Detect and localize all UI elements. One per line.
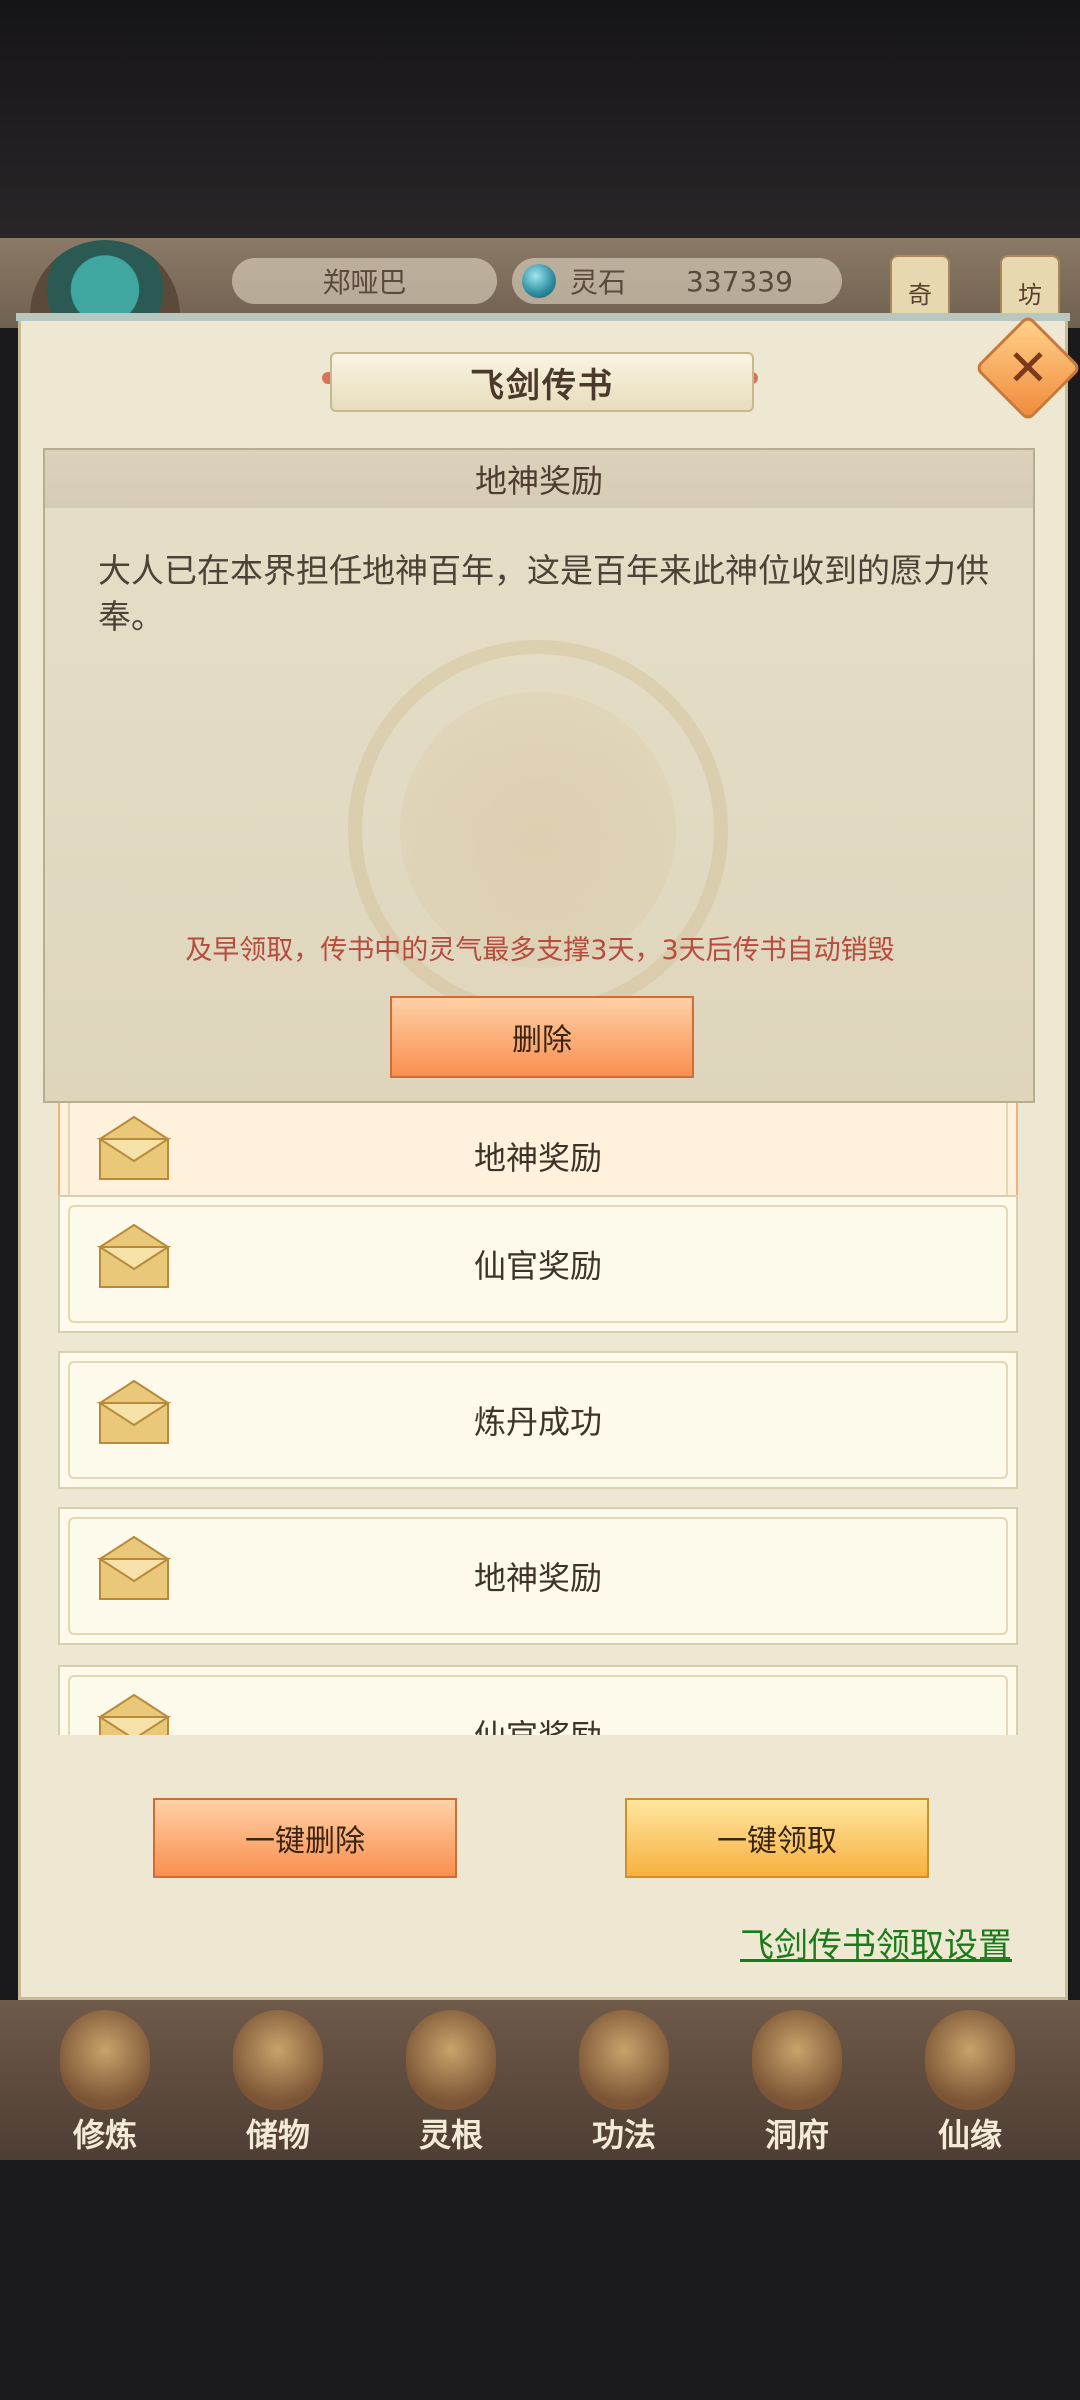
mail-item[interactable]: 仙官奖励 — [58, 1195, 1018, 1333]
spirit-stone-icon — [522, 264, 556, 298]
nav-item-storage[interactable]: 储物 — [213, 2010, 343, 2160]
close-icon[interactable]: ✕ — [990, 330, 1066, 406]
nav-label: 储物 — [245, 2116, 310, 2154]
cultivation-icon — [60, 2010, 150, 2110]
delete-button[interactable]: 删除 — [390, 996, 694, 1078]
mail-item[interactable]: 地神奖励 — [58, 1507, 1018, 1645]
delete-all-button[interactable]: 一键删除 — [153, 1798, 457, 1878]
top-dark-area — [0, 0, 1080, 240]
nav-item-technique[interactable]: 功法 — [559, 2010, 689, 2160]
nav-label: 功法 — [591, 2116, 656, 2154]
nav-label: 仙缘 — [937, 2116, 1002, 2154]
mail-list[interactable]: 地神奖励 仙官奖励 炼丹成功 地神奖励 仙官奖励 — [40, 1095, 1040, 1735]
nav-item-cave[interactable]: 洞府 — [732, 2010, 862, 2160]
mail-detail-heading: 地神奖励 — [45, 450, 1033, 508]
nav-label: 修炼 — [72, 2116, 137, 2154]
cave-dwelling-icon — [752, 2010, 842, 2110]
currency-display: 灵石 337339 — [512, 258, 842, 304]
mail-item-label: 炼丹成功 — [473, 1403, 602, 1441]
nav-label: 灵根 — [418, 2116, 483, 2154]
dialog-title: 飞剑传书 — [330, 352, 754, 412]
currency-label: 灵石 — [570, 266, 627, 299]
bottom-dark-area — [0, 2160, 1080, 2400]
mail-item-label: 仙官奖励 — [60, 1667, 1016, 1735]
storage-bag-icon — [233, 2010, 323, 2110]
spirit-root-icon — [406, 2010, 496, 2110]
cloud-emblem-center — [400, 692, 676, 968]
player-name: 郑哑巴 — [232, 258, 497, 304]
fate-icon — [925, 2010, 1015, 2110]
mail-item-label: 地神奖励 — [473, 1559, 602, 1597]
expiry-warning: 及早领取，传书中的灵气最多支撑3天，3天后传书自动销毁 — [185, 935, 895, 966]
mail-item[interactable]: 仙官奖励 — [58, 1665, 1018, 1735]
nav-item-fate[interactable]: 仙缘 — [905, 2010, 1035, 2160]
mail-item-label: 仙官奖励 — [473, 1247, 602, 1285]
mail-item[interactable]: 炼丹成功 — [58, 1351, 1018, 1489]
claim-all-button[interactable]: 一键领取 — [625, 1798, 929, 1878]
claim-settings-link[interactable]: 飞剑传书领取设置 — [740, 1918, 1012, 1967]
mail-detail-body: 大人已在本界担任地神百年，这是百年来此神位收到的愿力供奉。 — [98, 551, 989, 636]
nav-item-cultivation[interactable]: 修炼 — [40, 2010, 170, 2160]
panel-top-border — [16, 313, 1070, 321]
currency-value: 337339 — [686, 264, 793, 298]
technique-book-icon — [579, 2010, 669, 2110]
nav-item-spirit-root[interactable]: 灵根 — [386, 2010, 516, 2160]
nav-label: 洞府 — [764, 2116, 829, 2154]
